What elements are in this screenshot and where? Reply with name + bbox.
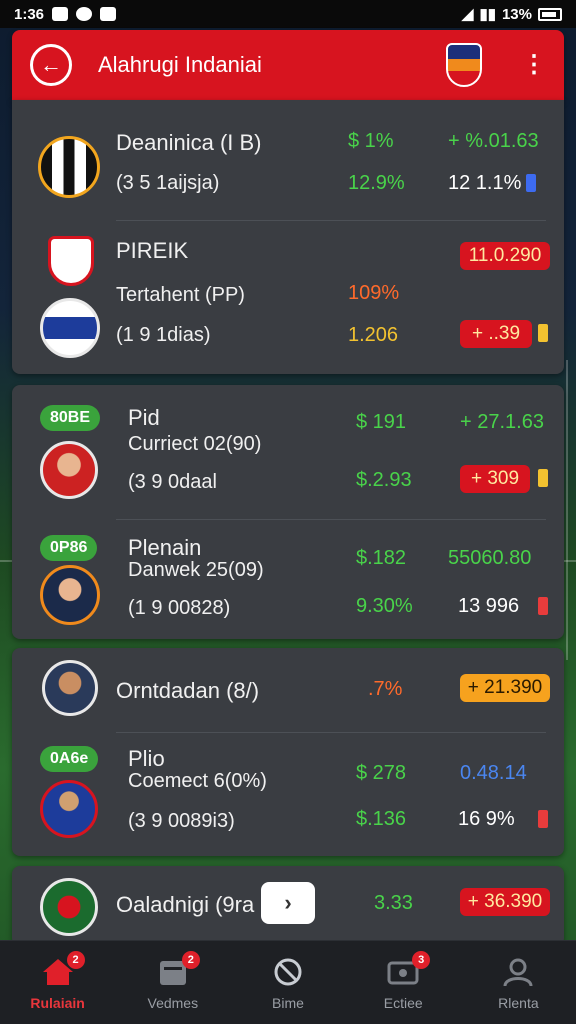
player-code: (3 9 0089i3)	[128, 810, 235, 832]
price-badge[interactable]: + 309	[460, 465, 530, 493]
player-code: (3 9 0daal	[128, 471, 217, 493]
player-subtitle: Danwek 25(09)	[128, 559, 264, 581]
player-name: Plio	[128, 746, 165, 771]
player-name: Pid	[128, 405, 160, 430]
nav-label: Bime	[272, 995, 304, 1011]
club-crest-icon	[48, 236, 94, 286]
team-logo-icon	[40, 298, 100, 358]
notification-badge: 2	[66, 951, 85, 969]
price-percent: 13 996	[458, 595, 520, 617]
price-percent: 16 9%	[458, 808, 515, 830]
status-badge: 0P86	[40, 535, 98, 561]
price-badge[interactable]: + 21.390	[460, 674, 550, 702]
price-change: + %.01.63	[448, 130, 539, 152]
more-options-button[interactable]: ⋮	[522, 53, 546, 77]
app-bar: ← Alahrugi Indaniai ⋮	[12, 30, 564, 100]
match-card[interactable]: Orntdadan (8/) .7% + 21.390 0A6e Plio Co…	[12, 648, 564, 856]
signal-icon: ▮▮	[479, 6, 496, 23]
bottom-navigation: 2 Rulaiain 2 Vedmes Bime 3 Ectiee Rlenta	[0, 940, 576, 1024]
odds-value: 12.9%	[348, 172, 405, 194]
calendar-icon: 2	[156, 951, 200, 987]
price-change: 0.48.14	[460, 762, 527, 784]
match-card[interactable]: 80BE Pid Curriect 02(90) (3 9 0daal $ 19…	[12, 385, 564, 639]
team-code: (1 9 1dias)	[116, 324, 211, 346]
player-subtitle: Coemect 6(0%)	[128, 770, 267, 792]
notification-badge: 3	[412, 951, 431, 969]
player-subtitle: Curriect 02(90)	[128, 433, 262, 455]
odds-value: 3.33	[374, 892, 413, 914]
odds-value: $.136	[356, 808, 407, 830]
notification-badge: 2	[181, 951, 200, 969]
divider	[116, 732, 546, 733]
shield-icon	[100, 7, 117, 21]
nav-item-tickets[interactable]: 3 Ectiee	[346, 941, 461, 1024]
nav-label: Rlenta	[498, 995, 539, 1011]
odds-value: $ 191	[356, 411, 407, 433]
trend-indicator	[538, 324, 548, 342]
status-badge: 0A6e	[40, 746, 99, 772]
nav-label: Vedmes	[147, 995, 199, 1011]
status-bar: 1:36 ◢ ▮▮ 13%	[0, 0, 576, 28]
price-badge[interactable]: + 36.390	[460, 888, 550, 916]
player-name: Plenain	[128, 535, 202, 560]
trend-indicator	[538, 597, 548, 615]
nav-item-ball[interactable]: Bime	[230, 941, 345, 1024]
next-button[interactable]: ›	[261, 882, 315, 924]
nav-label: Rulaiain	[30, 995, 85, 1011]
player-name: Orntdadan (8/)	[116, 678, 260, 703]
avatar	[40, 441, 98, 499]
nav-item-home[interactable]: 2 Rulaiain	[0, 941, 115, 1024]
ticket-icon: 3	[386, 951, 431, 987]
team-name: PIREIK	[116, 238, 189, 263]
team-name: Oaladnigi (9ra	[116, 892, 255, 917]
divider	[116, 220, 546, 221]
profile-icon	[501, 957, 535, 987]
divider	[116, 519, 546, 520]
ball-icon	[271, 957, 305, 987]
status-time: 1:36	[14, 5, 45, 23]
trend-indicator	[538, 810, 548, 828]
team-logo-icon	[38, 136, 100, 198]
avatar	[40, 780, 98, 838]
avatar	[42, 660, 98, 716]
odds-value: 1.206	[348, 324, 399, 346]
odds-value: 9.30%	[356, 595, 413, 617]
app-icon	[76, 7, 93, 21]
battery-icon	[538, 7, 562, 21]
team-logo-icon	[40, 878, 98, 936]
home-icon: 2	[41, 951, 85, 987]
player-code: (1 9 00828)	[128, 597, 231, 619]
odds-value: .7%	[368, 678, 403, 700]
odds-value: 109%	[348, 282, 400, 304]
price-badge[interactable]: 11.0.290	[460, 242, 550, 270]
status-badge: 80BE	[40, 405, 101, 431]
battery-level: 13%	[501, 5, 532, 23]
team-subtitle: (3 5 1aijsja)	[116, 172, 220, 194]
wifi-icon: ◢	[461, 6, 474, 23]
nav-item-profile[interactable]: Rlenta	[461, 941, 576, 1024]
price-change: + 27.1.63	[460, 411, 544, 433]
page-title: Alahrugi Indaniai	[98, 52, 262, 77]
back-arrow-icon: ←	[40, 52, 62, 77]
odds-value: $ 1%	[348, 130, 394, 152]
nav-label: Ectiee	[383, 995, 423, 1011]
price-change: 55060.80	[448, 547, 532, 569]
price-badge[interactable]: + ..39	[460, 320, 532, 348]
trend-indicator	[538, 469, 548, 487]
odds-value: $ 278	[356, 762, 407, 784]
odds-value: $.2.93	[356, 469, 412, 491]
odds-value: $.182	[356, 547, 407, 569]
match-card[interactable]: Deaninica (I B) (3 5 1aijsja) $ 1% 12.9%…	[12, 100, 564, 374]
chevron-right-icon: ›	[284, 890, 292, 915]
notification-icon	[52, 7, 69, 21]
team-crest-icon	[446, 43, 482, 87]
team-subtitle: Tertahent (PP)	[116, 284, 245, 306]
back-button[interactable]: ←	[30, 44, 72, 86]
team-name: Deaninica (I B)	[116, 130, 262, 155]
nav-item-calendar[interactable]: 2 Vedmes	[115, 941, 230, 1024]
price-percent: 12 1.1%	[448, 172, 522, 194]
avatar	[40, 565, 100, 625]
trend-indicator	[526, 174, 536, 192]
